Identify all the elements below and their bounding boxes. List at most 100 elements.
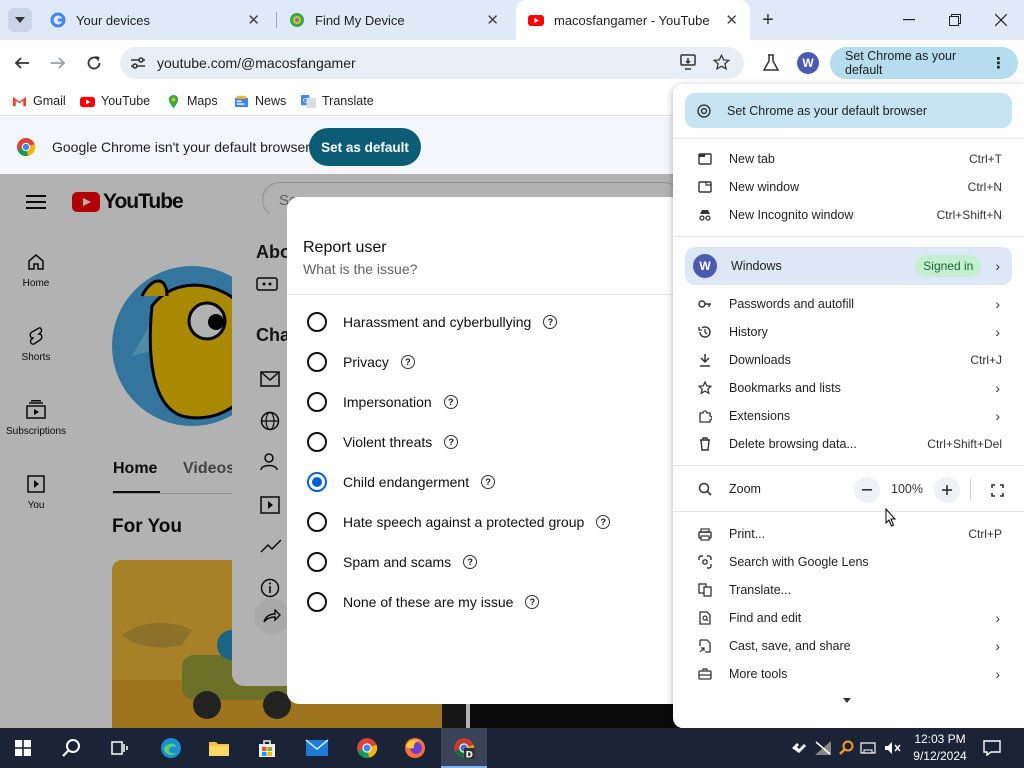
- bookmark-maps[interactable]: Maps: [166, 91, 218, 111]
- file-explorer-icon: [209, 742, 229, 756]
- profile-avatar[interactable]: W: [797, 52, 819, 74]
- menu-history[interactable]: History ›: [673, 318, 1024, 346]
- task-view-button[interactable]: [96, 728, 142, 768]
- help-icon[interactable]: ?: [481, 475, 496, 489]
- zoom-out-button[interactable]: [854, 477, 880, 503]
- menu-delete-browsing-data[interactable]: Delete browsing data... Ctrl+Shift+Del: [673, 430, 1024, 458]
- bookmark-translate[interactable]: G Translate: [301, 91, 374, 111]
- menu-downloads[interactable]: Downloads Ctrl+J: [673, 346, 1024, 374]
- help-icon[interactable]: ?: [444, 435, 459, 449]
- set-default-chip[interactable]: Set Chrome as your default ⋮: [830, 47, 1018, 79]
- radio-button[interactable]: [307, 352, 327, 372]
- menu-bookmarks[interactable]: Bookmarks and lists ›: [673, 374, 1024, 402]
- help-icon[interactable]: ?: [400, 355, 415, 369]
- bookmark-news[interactable]: News: [234, 91, 286, 111]
- bookmark-youtube[interactable]: YouTube: [80, 91, 150, 111]
- report-option[interactable]: Hate speech against a protected group?: [307, 511, 611, 533]
- radio-button[interactable]: [307, 432, 327, 452]
- report-option-selected[interactable]: Child endangerment?: [307, 471, 496, 493]
- menu-print[interactable]: Print... Ctrl+P: [673, 520, 1024, 548]
- report-option[interactable]: Privacy?: [307, 351, 415, 373]
- close-icon[interactable]: ✕: [725, 11, 738, 29]
- menu-more-tools[interactable]: More tools ›: [673, 660, 1024, 688]
- fullscreen-button[interactable]: [984, 477, 1010, 503]
- close-window-button[interactable]: [978, 0, 1024, 40]
- menu-google-lens[interactable]: Search with Google Lens: [673, 548, 1024, 576]
- menu-extensions[interactable]: Extensions ›: [673, 402, 1024, 430]
- taskbar-firefox[interactable]: [392, 728, 438, 768]
- taskbar-store[interactable]: [244, 728, 290, 768]
- signed-in-badge: Signed in: [915, 255, 982, 277]
- tray-network-off-icon[interactable]: [814, 738, 832, 758]
- set-default-browser-item[interactable]: Set Chrome as your default browser: [685, 93, 1012, 128]
- minimize-button[interactable]: [886, 0, 932, 40]
- menu-new-tab[interactable]: New tab Ctrl+T: [673, 145, 1024, 173]
- reload-button[interactable]: [80, 49, 108, 77]
- help-icon[interactable]: ?: [525, 595, 540, 609]
- close-icon[interactable]: ✕: [486, 11, 499, 29]
- menu-translate[interactable]: Translate...: [673, 576, 1024, 604]
- taskbar-edge[interactable]: [148, 728, 194, 768]
- option-label: Privacy: [343, 354, 389, 370]
- reload-icon: [87, 56, 101, 70]
- report-option[interactable]: Violent threats?: [307, 431, 459, 453]
- tab-search-button[interactable]: [8, 8, 32, 32]
- menu-passwords[interactable]: Passwords and autofill ›: [673, 290, 1024, 318]
- menu-new-incognito[interactable]: New Incognito window Ctrl+Shift+N: [673, 201, 1024, 229]
- restore-button[interactable]: [932, 0, 978, 40]
- menu-scroll-down-icon[interactable]: [843, 698, 851, 703]
- menu-label: New tab: [729, 152, 775, 166]
- url-text[interactable]: youtube.com/@macosfangamer: [157, 55, 356, 71]
- radio-button[interactable]: [307, 312, 327, 332]
- chevron-right-icon: ›: [995, 408, 1000, 424]
- radio-button-selected[interactable]: [307, 472, 327, 492]
- menu-find-and-edit[interactable]: Find and edit ›: [673, 604, 1024, 632]
- taskbar-clock[interactable]: 12:03 PM 9/12/2024: [908, 731, 972, 765]
- help-icon[interactable]: ?: [596, 515, 611, 529]
- taskbar-mail[interactable]: [294, 728, 340, 768]
- kebab-menu-icon[interactable]: ⋮: [991, 54, 1006, 72]
- radio-button[interactable]: [307, 392, 327, 412]
- zoom-in-button[interactable]: [934, 477, 960, 503]
- labs-flask-icon[interactable]: [762, 54, 780, 72]
- tray-people-icon[interactable]: [790, 738, 808, 758]
- tray-keyboard-icon[interactable]: [860, 738, 876, 758]
- start-button[interactable]: [0, 728, 46, 768]
- taskbar-chrome-dev[interactable]: D: [441, 728, 487, 768]
- report-option[interactable]: Spam and scams?: [307, 551, 478, 573]
- tab-find-my-device[interactable]: Find My Device ✕: [277, 0, 511, 40]
- radio-button[interactable]: [307, 552, 327, 572]
- site-info-icon[interactable]: [128, 53, 148, 73]
- help-icon[interactable]: ?: [443, 395, 458, 409]
- install-app-icon[interactable]: [680, 54, 698, 70]
- new-tab-button[interactable]: +: [756, 8, 780, 32]
- taskbar-chrome[interactable]: [344, 728, 390, 768]
- taskbar-search-button[interactable]: [48, 728, 94, 768]
- menu-separator: [673, 138, 1024, 139]
- tray-volume-muted-icon[interactable]: [884, 738, 902, 758]
- back-button[interactable]: [8, 49, 36, 77]
- close-icon[interactable]: ✕: [247, 11, 260, 29]
- report-option[interactable]: Impersonation?: [307, 391, 458, 413]
- notification-center-icon[interactable]: [982, 738, 1002, 758]
- help-icon[interactable]: ?: [463, 555, 478, 569]
- radio-button[interactable]: [307, 592, 327, 612]
- tab-your-devices[interactable]: Your devices ✕: [38, 0, 272, 40]
- menu-cast-save-share[interactable]: Cast, save, and share ›: [673, 632, 1024, 660]
- forward-button[interactable]: [44, 49, 72, 77]
- menu-profile-row[interactable]: W Windows Signed in ›: [685, 247, 1012, 285]
- radio-button[interactable]: [307, 512, 327, 532]
- bookmark-gmail[interactable]: Gmail: [12, 91, 66, 111]
- report-option[interactable]: None of these are my issue?: [307, 591, 540, 613]
- taskbar-file-explorer[interactable]: [196, 728, 242, 768]
- report-option[interactable]: Harassment and cyberbullying?: [307, 311, 558, 333]
- tab-youtube[interactable]: macosfangamer - YouTube ✕: [516, 0, 750, 40]
- set-as-default-button[interactable]: Set as default: [309, 128, 421, 166]
- menu-new-window[interactable]: New window Ctrl+N: [673, 173, 1024, 201]
- help-icon[interactable]: ?: [543, 315, 558, 329]
- chevron-down-icon: [15, 17, 25, 23]
- menu-separator: [673, 511, 1024, 512]
- bookmark-star-icon[interactable]: [713, 54, 730, 71]
- tray-search-icon[interactable]: [838, 738, 854, 758]
- menu-shortcut: Ctrl+Shift+Del: [927, 437, 1002, 451]
